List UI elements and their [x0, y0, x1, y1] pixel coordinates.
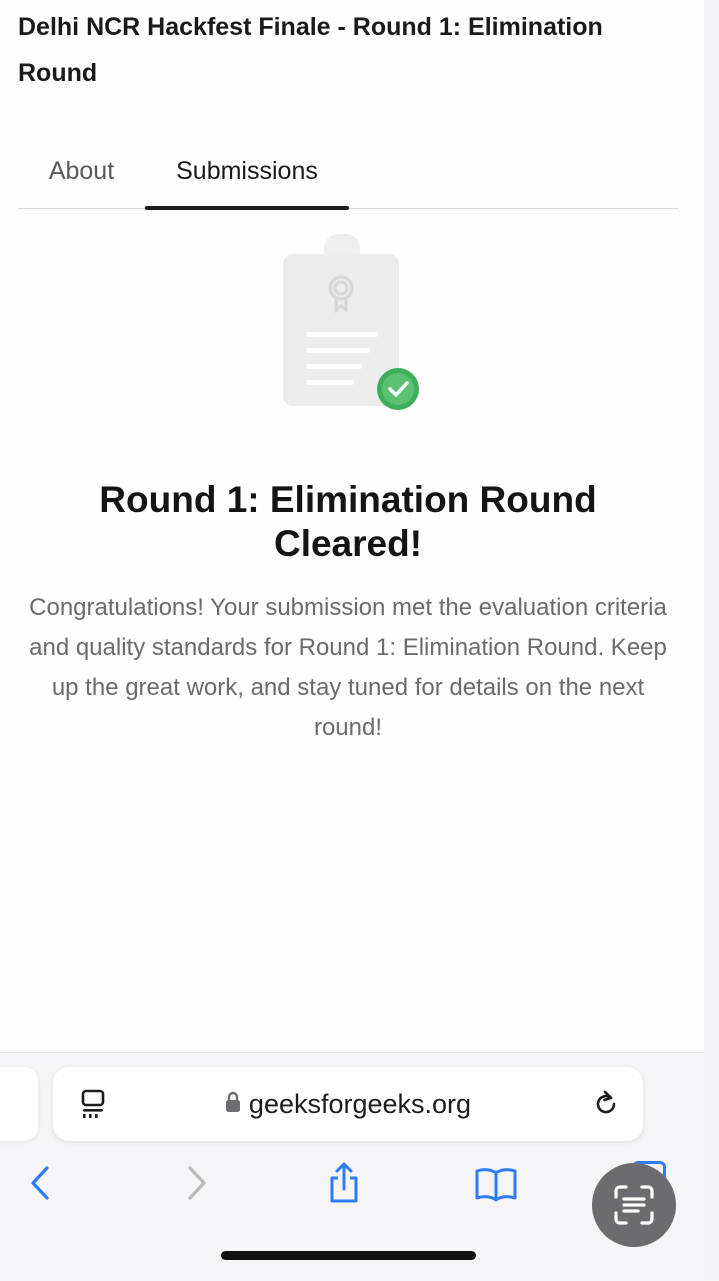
result-heading: Round 1: Elimination Round Cleared!	[99, 479, 597, 564]
url-text[interactable]: geeksforgeeks.org	[249, 1089, 471, 1120]
tab-about[interactable]: About	[18, 140, 145, 206]
certificate-clipboard-icon	[270, 228, 430, 423]
tab-bar: About Submissions	[18, 140, 679, 210]
share-button[interactable]	[322, 1161, 366, 1205]
check-badge-icon	[377, 368, 419, 410]
browser-toolbar: geeksforgeeks.org	[0, 1052, 704, 1281]
previous-tab-card[interactable]	[0, 1067, 38, 1141]
lock-icon	[225, 1091, 241, 1118]
active-tab-indicator	[145, 206, 349, 210]
window-edge	[704, 0, 719, 1280]
reader-mode-icon[interactable]	[79, 1089, 107, 1124]
reload-icon[interactable]	[591, 1089, 621, 1124]
bookmarks-button[interactable]	[474, 1161, 518, 1205]
address-bar[interactable]: geeksforgeeks.org	[53, 1067, 643, 1141]
share-icon	[330, 1162, 358, 1203]
event-title: Delhi NCR Hackfest Finale - Round 1: Eli…	[18, 13, 603, 87]
text-scan-button[interactable]	[592, 1163, 676, 1247]
chevron-right-icon	[188, 1166, 206, 1200]
book-icon	[475, 1168, 517, 1202]
result-message: Congratulations! Your submission met the…	[29, 594, 667, 741]
home-indicator	[221, 1251, 476, 1260]
tab-submissions[interactable]: Submissions	[145, 140, 349, 206]
forward-button[interactable]	[174, 1161, 218, 1205]
back-button[interactable]	[19, 1161, 63, 1205]
text-scan-icon	[614, 1185, 654, 1225]
chevron-left-icon	[31, 1166, 49, 1200]
page-content: Delhi NCR Hackfest Finale - Round 1: Eli…	[0, 0, 705, 1052]
